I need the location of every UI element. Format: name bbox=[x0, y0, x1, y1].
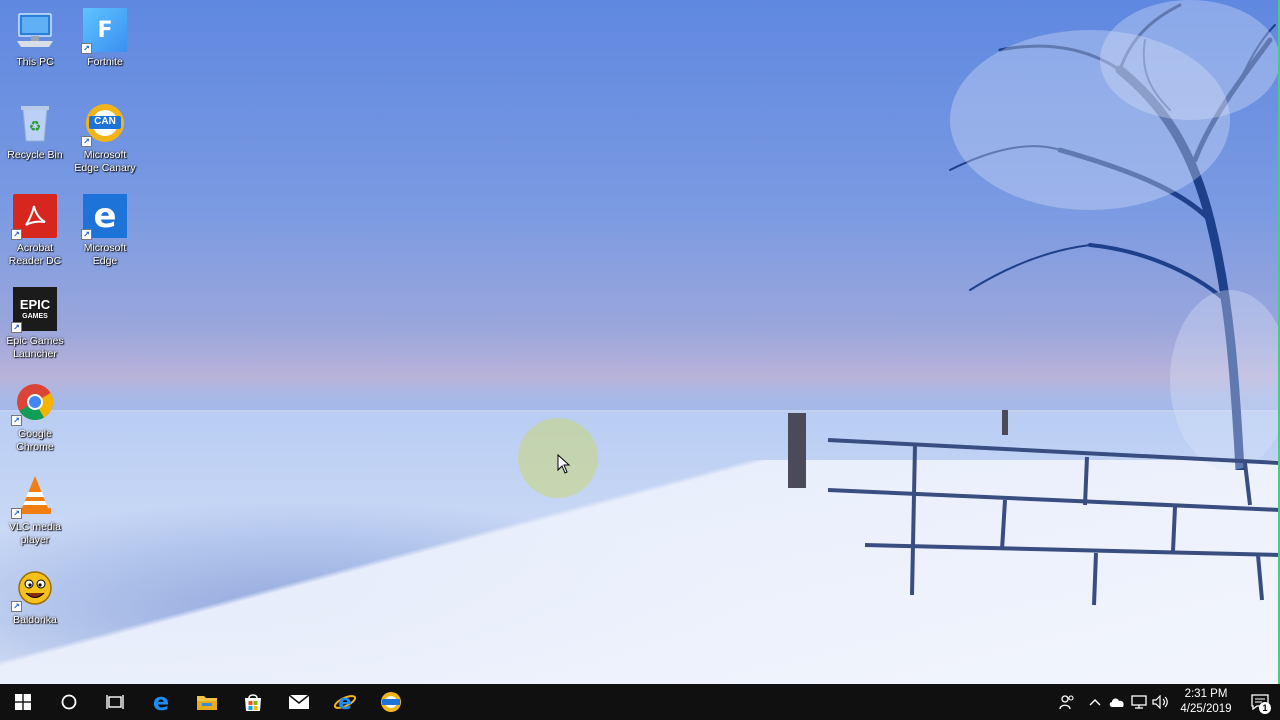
edge-icon: e ↗ bbox=[81, 194, 127, 240]
taskbar-mail-button[interactable] bbox=[276, 684, 322, 720]
taskbar-file-explorer-button[interactable] bbox=[184, 684, 230, 720]
action-center-button[interactable]: 1 bbox=[1240, 684, 1280, 720]
edge-canary-icon: CAN ↗ bbox=[81, 101, 127, 147]
shortcut-arrow-icon: ↗ bbox=[11, 322, 22, 333]
cortana-search-button[interactable] bbox=[46, 684, 92, 720]
network-button[interactable] bbox=[1128, 684, 1150, 720]
shortcut-arrow-icon: ↗ bbox=[81, 229, 92, 240]
file-explorer-icon bbox=[197, 696, 217, 710]
shortcut-arrow-icon: ↗ bbox=[11, 601, 22, 612]
svg-text:e: e bbox=[153, 691, 169, 713]
cloud-icon bbox=[1109, 698, 1124, 707]
desktop-icon-label: VLC media player bbox=[9, 521, 61, 546]
mouse-pointer-icon bbox=[557, 454, 571, 474]
shortcut-arrow-icon: ↗ bbox=[81, 136, 92, 147]
svg-text:e: e bbox=[338, 691, 352, 713]
internet-explorer-icon: e bbox=[333, 691, 357, 713]
shortcut-arrow-icon: ↗ bbox=[11, 415, 22, 426]
desktop-icon-acrobat-reader[interactable]: ↗ Acrobat Reader DC bbox=[0, 194, 70, 268]
edge-canary-glyph: CAN bbox=[94, 116, 116, 127]
acrobat-icon: ↗ bbox=[11, 194, 57, 240]
taskbar-clock[interactable]: 2:31 PM 4/25/2019 bbox=[1172, 687, 1240, 717]
clock-time: 2:31 PM bbox=[1184, 688, 1228, 700]
task-view-icon bbox=[106, 695, 124, 709]
task-view-button[interactable] bbox=[92, 684, 138, 720]
baldorika-icon: ↗ bbox=[11, 566, 57, 612]
svg-text:♻: ♻ bbox=[29, 119, 42, 135]
recycle-bin-icon: ♻ bbox=[13, 101, 57, 145]
taskbar-edge-button[interactable]: e bbox=[138, 684, 184, 720]
desktop-icon-microsoft-edge[interactable]: e ↗ Microsoft Edge bbox=[70, 194, 140, 268]
desktop-icon-recycle-bin[interactable]: ♻ Recycle Bin bbox=[0, 101, 70, 162]
desktop-icon-label: Acrobat Reader DC bbox=[8, 242, 62, 267]
desktop-icon-label: This PC bbox=[16, 56, 54, 68]
shortcut-arrow-icon: ↗ bbox=[11, 508, 22, 519]
desktop-icon-edge-canary[interactable]: CAN ↗ Microsoft Edge Canary bbox=[70, 101, 140, 175]
taskbar-internet-explorer-button[interactable]: e bbox=[322, 684, 368, 720]
notification-count-badge: 1 bbox=[1259, 702, 1271, 714]
desktop-icon-vlc[interactable]: ↗ VLC media player bbox=[0, 473, 70, 547]
people-icon bbox=[1059, 695, 1074, 710]
start-button[interactable] bbox=[0, 684, 46, 720]
speaker-icon bbox=[1152, 695, 1168, 709]
desktop-wallpaper bbox=[0, 0, 1280, 684]
taskbar-store-button[interactable] bbox=[230, 684, 276, 720]
desktop-icon-this-pc[interactable]: This PC bbox=[0, 8, 70, 69]
computer-icon bbox=[13, 8, 57, 52]
epic-glyph-bottom: GAMES bbox=[22, 312, 48, 320]
desktop-icon-baldorika[interactable]: ↗ Baldorika bbox=[0, 566, 70, 627]
desktop-icon-label: Fortnite bbox=[87, 56, 123, 68]
fortnite-icon: F ↗ bbox=[81, 8, 127, 54]
edge-canary-icon bbox=[381, 692, 401, 712]
desktop-icon-label: Recycle Bin bbox=[7, 149, 63, 161]
edge-icon: e bbox=[153, 691, 169, 713]
desktop-icon-label: Microsoft Edge Canary bbox=[74, 149, 136, 174]
chevron-up-icon bbox=[1089, 699, 1101, 706]
desktop-icon-label: Epic Games Launcher bbox=[6, 335, 64, 360]
wallpaper-fence bbox=[788, 410, 1280, 606]
fortnite-glyph: F bbox=[97, 17, 113, 43]
cortana-search-icon bbox=[61, 694, 77, 710]
windows-start-icon bbox=[15, 694, 31, 710]
vlc-icon: ↗ bbox=[11, 473, 57, 519]
shortcut-arrow-icon: ↗ bbox=[11, 229, 22, 240]
store-icon bbox=[245, 694, 261, 711]
epic-games-icon: EPIC GAMES ↗ bbox=[11, 287, 57, 333]
desktop-icon-label: Baldorika bbox=[13, 614, 57, 626]
clock-date: 4/25/2019 bbox=[1180, 703, 1232, 715]
network-icon bbox=[1131, 695, 1147, 709]
desktop-icon-epic-games[interactable]: EPIC GAMES ↗ Epic Games Launcher bbox=[0, 287, 70, 361]
edge-glyph: e bbox=[93, 196, 117, 236]
desktop-icon-fortnite[interactable]: F ↗ Fortnite bbox=[70, 8, 140, 69]
wallpaper-tree bbox=[949, 0, 1280, 470]
people-button[interactable] bbox=[1050, 684, 1084, 720]
onedrive-button[interactable] bbox=[1106, 684, 1128, 720]
show-hidden-icons-button[interactable] bbox=[1084, 684, 1106, 720]
volume-button[interactable] bbox=[1150, 684, 1172, 720]
taskbar-edge-canary-button[interactable] bbox=[368, 684, 414, 720]
chrome-icon: ↗ bbox=[11, 380, 57, 426]
desktop-icon-label: Microsoft Edge bbox=[83, 242, 127, 267]
desktop-icon-label: Google Chrome bbox=[16, 428, 54, 453]
mail-icon bbox=[288, 694, 310, 709]
system-tray: 2:31 PM 4/25/2019 1 bbox=[1050, 684, 1280, 720]
epic-glyph-top: EPIC bbox=[19, 296, 51, 312]
desktop-icon-google-chrome[interactable]: ↗ Google Chrome bbox=[0, 380, 70, 454]
taskbar: e e 2:31 PM 4/25/2019 1 bbox=[0, 684, 1280, 720]
shortcut-arrow-icon: ↗ bbox=[81, 43, 92, 54]
